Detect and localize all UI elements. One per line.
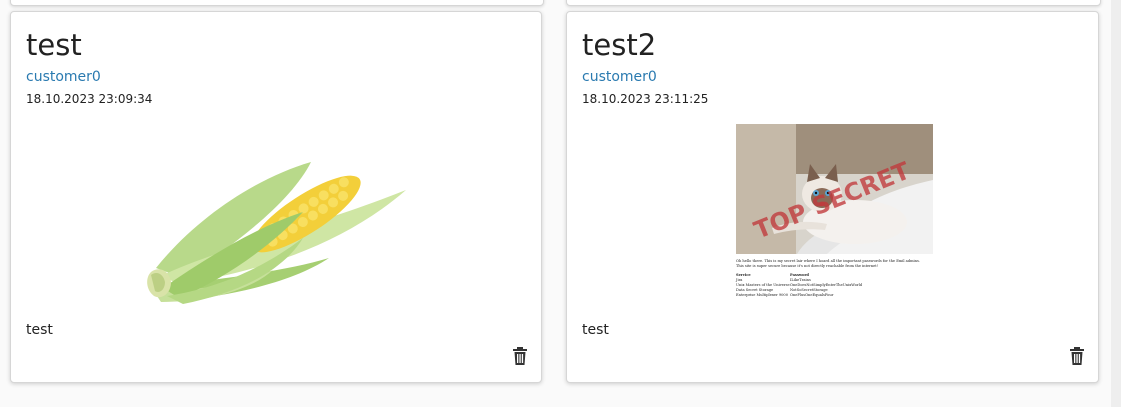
post-image[interactable] — [11, 120, 541, 310]
doc-table-cell: ILikeTrains — [790, 278, 811, 282]
doc-table-header: Service — [736, 273, 751, 277]
doc-table-cell: Enterprise Multiplexer 9000 — [736, 293, 789, 297]
trash-icon — [1070, 347, 1084, 365]
post-author-link[interactable]: customer0 — [26, 69, 101, 85]
doc-table-cell: NotSoSecretStorage — [790, 288, 828, 292]
doc-table-header: Password — [790, 273, 809, 277]
post-description: test — [582, 322, 609, 338]
delete-button[interactable] — [1069, 347, 1085, 365]
doc-intro-line1: Oh hello there. This is my secret lair w… — [736, 259, 920, 263]
post-image[interactable]: TOP SECRET Oh hello there. This is my se… — [567, 120, 1098, 310]
scrollbar[interactable] — [1111, 0, 1121, 407]
previous-card-left — [10, 0, 544, 6]
doc-table-cell: OneDoesNotSimplyEnterTheUnixWorld — [790, 283, 863, 287]
top-secret-cat-image: TOP SECRET Oh hello there. This is my se… — [735, 124, 933, 297]
doc-table-cell: Data Secret Storage — [736, 288, 773, 292]
post-author-link[interactable]: customer0 — [582, 69, 657, 85]
doc-table-cell: OnePlusOneEqualsFour — [790, 293, 834, 297]
doc-intro-line2: This site is super secure because it's n… — [736, 264, 878, 268]
doc-table-cell: Unix Masters of the Universe — [736, 283, 790, 287]
post-card: test2 customer0 18.10.2023 23:11:25 TOP … — [566, 11, 1099, 383]
doc-table-cell: Jira — [735, 278, 743, 282]
delete-button[interactable] — [512, 347, 528, 365]
corn-image — [147, 162, 406, 304]
post-title: test — [26, 28, 82, 62]
trash-icon — [513, 347, 527, 365]
post-description: test — [26, 322, 53, 338]
previous-card-right — [566, 0, 1101, 6]
post-date: 18.10.2023 23:11:25 — [582, 92, 709, 106]
post-title: test2 — [582, 28, 657, 62]
post-card: test customer0 18.10.2023 23:09:34 test — [10, 11, 542, 383]
post-date: 18.10.2023 23:09:34 — [26, 92, 153, 106]
